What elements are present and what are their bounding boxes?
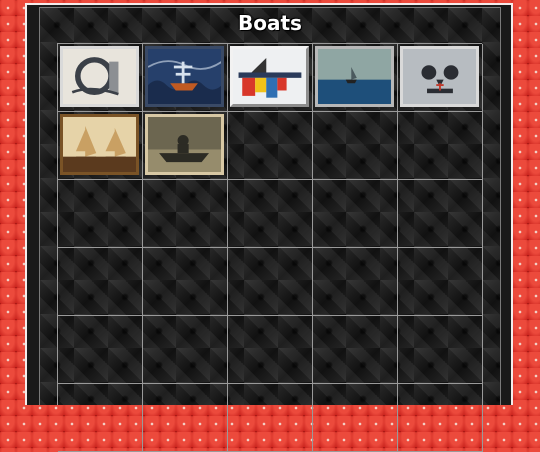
skull-clouds-ship-painting-thumbnail[interactable] xyxy=(400,46,479,107)
grid-cell xyxy=(58,248,143,316)
grid-cell xyxy=(313,248,398,316)
grid-cell xyxy=(58,316,143,384)
grid-cell xyxy=(228,112,313,180)
grid-cell xyxy=(143,180,228,248)
grid-cell xyxy=(228,248,313,316)
painting-image xyxy=(63,49,136,104)
painting-image xyxy=(233,49,306,104)
grid-cell xyxy=(398,248,483,316)
painting-image xyxy=(403,49,476,104)
grid-cell xyxy=(228,180,313,248)
golden-sailboats-painting-thumbnail[interactable] xyxy=(60,114,139,175)
grid-cell xyxy=(228,316,313,384)
lone-sailboat-painting-thumbnail[interactable] xyxy=(315,46,394,107)
painting-image xyxy=(148,117,221,172)
grid-cell xyxy=(58,44,143,112)
surreal-boat-painting-thumbnail[interactable] xyxy=(60,46,139,107)
grid-cell xyxy=(398,180,483,248)
grid-cell xyxy=(398,316,483,384)
grid-cell xyxy=(58,384,143,452)
grid-cell xyxy=(313,180,398,248)
stormy-sea-ship-painting-thumbnail[interactable] xyxy=(145,46,224,107)
painting-image xyxy=(148,49,221,104)
thumbnail-grid xyxy=(57,43,483,452)
grid-cell xyxy=(143,248,228,316)
page-title: Boats xyxy=(238,11,302,35)
figure-in-boat-painting-thumbnail[interactable] xyxy=(145,114,224,175)
grid-cell xyxy=(398,384,483,452)
grid-cell xyxy=(398,44,483,112)
painting-image xyxy=(63,117,136,172)
grid-cell xyxy=(143,112,228,180)
grid-cell xyxy=(143,44,228,112)
grid-cell xyxy=(313,316,398,384)
dripping-color-boat-painting-thumbnail[interactable] xyxy=(230,46,309,107)
grid-cell xyxy=(313,384,398,452)
grid-cell xyxy=(58,180,143,248)
grid-cell xyxy=(398,112,483,180)
painting-image xyxy=(318,49,391,104)
grid-cell xyxy=(313,44,398,112)
grid-cell xyxy=(228,44,313,112)
grid-cell xyxy=(143,316,228,384)
grid-cell xyxy=(313,112,398,180)
grid-cell xyxy=(143,384,228,452)
grid-cell xyxy=(58,112,143,180)
grid-cell xyxy=(228,384,313,452)
